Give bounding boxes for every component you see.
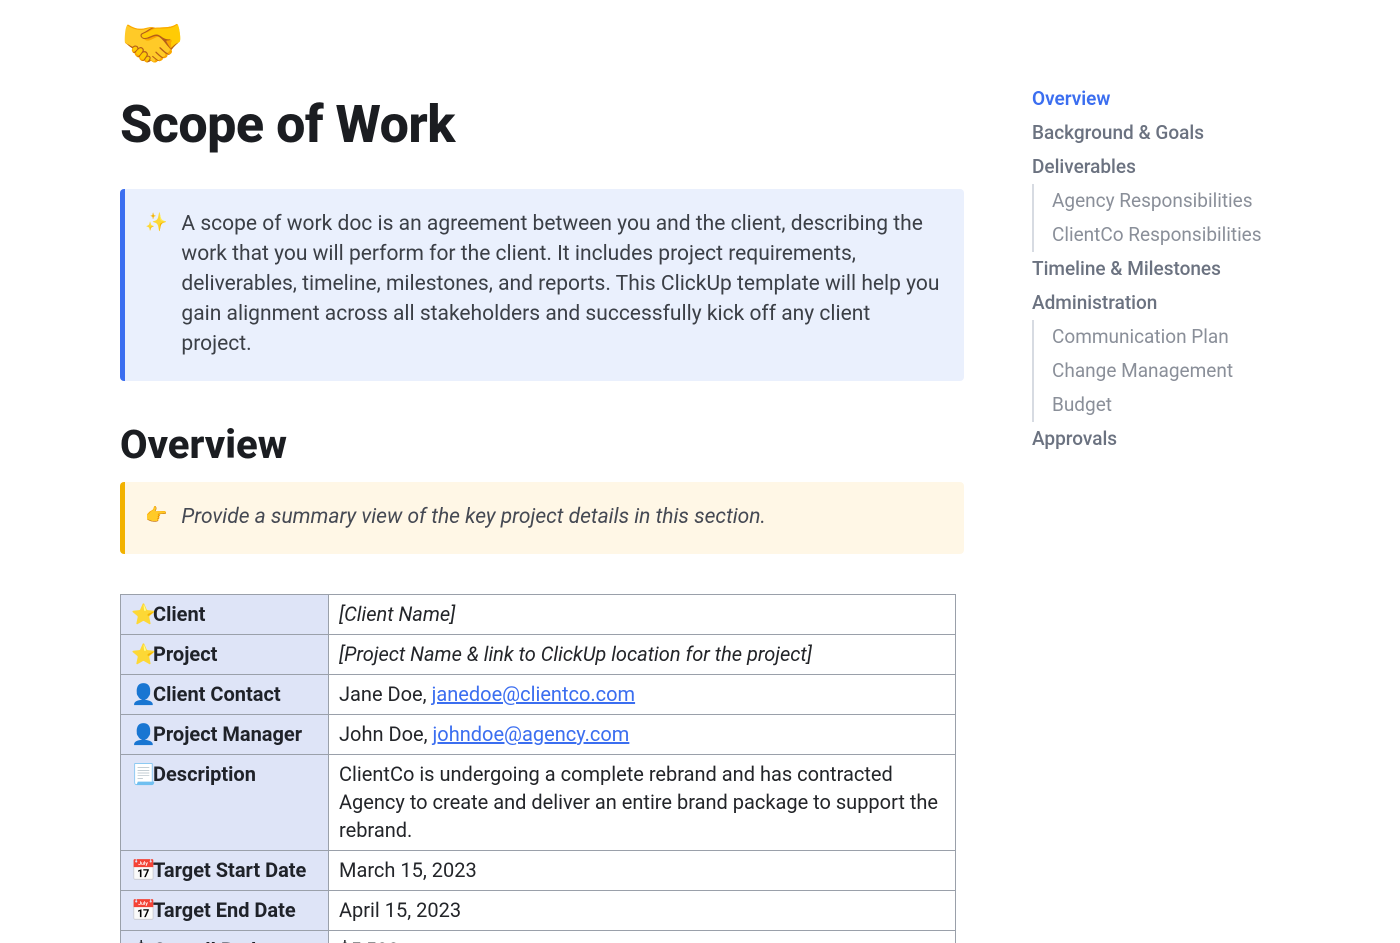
intro-callout[interactable]: ✨ A scope of work doc is an agreement be… (120, 189, 964, 381)
meta-label-cell: 📅Target Start Date (121, 851, 329, 891)
document-content: 🤝 Scope of Work ✨ A scope of work doc is… (0, 0, 1020, 943)
row-icon: 📃 (131, 760, 151, 788)
meta-label-cell: 👤Project Manager (121, 715, 329, 755)
meta-value-cell[interactable]: Jane Doe, janedoe@clientco.com (329, 675, 956, 715)
meta-value-cell[interactable]: April 15, 2023 (329, 891, 956, 931)
meta-value-cell[interactable]: ClientCo is undergoing a complete rebran… (329, 755, 956, 851)
outline-item[interactable]: Communication Plan (1032, 320, 1336, 354)
row-icon: 📅 (131, 856, 151, 884)
email-link[interactable]: johndoe@agency.com (433, 722, 630, 746)
meta-value-cell[interactable]: [Project Name & link to ClickUp location… (329, 635, 956, 675)
row-icon: ⭐ (131, 600, 151, 628)
row-icon: 👤 (131, 720, 151, 748)
meta-value-cell[interactable]: [Client Name] (329, 595, 956, 635)
outline-item[interactable]: Budget (1032, 388, 1336, 422)
outline-item[interactable]: Timeline & Milestones (1032, 252, 1336, 286)
meta-label-cell: 👤Client Contact (121, 675, 329, 715)
sparkles-icon: ✨ (145, 209, 167, 359)
email-link[interactable]: janedoe@clientco.com (432, 682, 636, 706)
table-row[interactable]: ⭐Project[Project Name & link to ClickUp … (121, 635, 956, 675)
meta-value-cell[interactable]: John Doe, johndoe@agency.com (329, 715, 956, 755)
outline-item[interactable]: Agency Responsibilities (1032, 184, 1336, 218)
row-icon: 📅 (131, 896, 151, 924)
point-right-icon: 👉 (145, 502, 167, 532)
table-row[interactable]: 📅Target Start DateMarch 15, 2023 (121, 851, 956, 891)
row-icon: ⭐ (131, 640, 151, 668)
table-row[interactable]: ⭐Client[Client Name] (121, 595, 956, 635)
meta-label-cell: ⭐Client (121, 595, 329, 635)
meta-label-cell: 📃Description (121, 755, 329, 851)
meta-value-cell[interactable]: March 15, 2023 (329, 851, 956, 891)
table-row[interactable]: 👤Client ContactJane Doe, janedoe@clientc… (121, 675, 956, 715)
table-row[interactable]: 📅Target End DateApril 15, 2023 (121, 891, 956, 931)
outline-sidebar: OverviewBackground & GoalsDeliverablesAg… (1020, 0, 1360, 943)
outline-item[interactable]: Background & Goals (1032, 116, 1336, 150)
intro-callout-text: A scope of work doc is an agreement betw… (181, 209, 940, 359)
overview-heading[interactable]: Overview (120, 421, 964, 468)
outline-item[interactable]: Administration (1032, 286, 1336, 320)
meta-label-cell: 📅Target End Date (121, 891, 329, 931)
table-row[interactable]: 📃DescriptionClientCo is undergoing a com… (121, 755, 956, 851)
outline-item[interactable]: Change Management (1032, 354, 1336, 388)
overview-hint-text: Provide a summary view of the key projec… (181, 502, 766, 532)
row-icon: $ (131, 936, 151, 943)
page-title[interactable]: Scope of Work (120, 94, 964, 155)
page-root: 🤝 Scope of Work ✨ A scope of work doc is… (0, 0, 1400, 943)
overview-hint-callout[interactable]: 👉 Provide a summary view of the key proj… (120, 482, 964, 554)
overview-meta-tbody: ⭐Client[Client Name]⭐Project[Project Nam… (121, 595, 956, 943)
outline-item[interactable]: Approvals (1032, 422, 1336, 456)
document-emoji-icon[interactable]: 🤝 (120, 18, 964, 70)
table-row[interactable]: $Overall Budget$5,500 (121, 931, 956, 943)
outline-item[interactable]: ClientCo Responsibilities (1032, 218, 1336, 252)
table-row[interactable]: 👤Project ManagerJohn Doe, johndoe@agency… (121, 715, 956, 755)
outline-item[interactable]: Overview (1032, 82, 1336, 116)
meta-value-cell[interactable]: $5,500 (329, 931, 956, 943)
meta-label-cell: $Overall Budget (121, 931, 329, 943)
meta-label-cell: ⭐Project (121, 635, 329, 675)
overview-meta-table[interactable]: ⭐Client[Client Name]⭐Project[Project Nam… (120, 594, 956, 943)
outline-item[interactable]: Deliverables (1032, 150, 1336, 184)
row-icon: 👤 (131, 680, 151, 708)
